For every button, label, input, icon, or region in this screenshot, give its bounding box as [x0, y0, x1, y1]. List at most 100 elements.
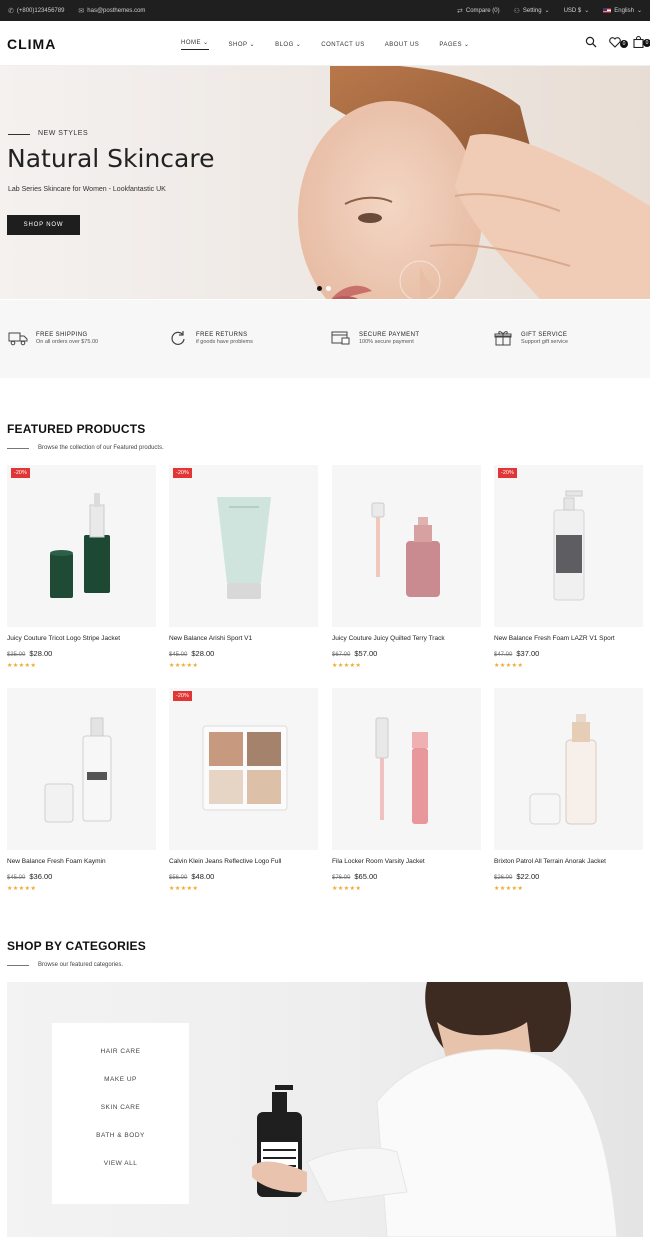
slider-dot-2[interactable] — [326, 286, 331, 291]
product-card[interactable]: -20% Juicy Couture Tricot Logo Stripe Ja… — [7, 465, 156, 669]
product-name[interactable]: New Balance Arishi Sport V1 — [169, 635, 318, 642]
chevron-down-icon: ⌄ — [584, 8, 590, 14]
product-name[interactable]: Calvin Klein Jeans Reflective Logo Full — [169, 858, 318, 865]
old-price: $56.00 — [169, 875, 188, 881]
lip-gloss-image — [375, 717, 428, 824]
features-bar: FREE SHIPPING On all orders over $75.00 … — [0, 300, 650, 378]
product-image[interactable] — [494, 688, 643, 850]
currency-dropdown[interactable]: USD $ ⌄ — [563, 7, 590, 15]
cart-button[interactable]: 0 — [633, 36, 650, 51]
chevron-down-icon: ⌄ — [295, 42, 302, 48]
price: $22.00 — [516, 872, 540, 881]
nav-contact[interactable]: CONTACT US — [321, 39, 364, 50]
nav-blog[interactable]: BLOG ⌄ — [275, 39, 301, 50]
product-card[interactable]: -20% New Balance Arishi Sport V1 $45.00 $… — [169, 465, 318, 669]
slider-dot-1[interactable] — [317, 286, 322, 291]
product-image[interactable]: -20% — [494, 465, 643, 627]
currency-label: USD $ — [563, 7, 582, 14]
price: $37.00 — [516, 649, 540, 658]
rating-stars: ★★★★★ — [169, 663, 199, 669]
cart-count-badge: 0 — [643, 39, 650, 47]
nav-home[interactable]: HOME ⌄ — [181, 39, 209, 50]
white-bottle-image — [44, 717, 112, 823]
categories-subtitle: Browse our featured categories. — [38, 962, 124, 968]
hero-model-image — [298, 66, 650, 299]
top-bar: ✆ (+800)123456789 ✉ has@posthemes.com ⇄ … — [0, 0, 650, 21]
truck-icon — [8, 332, 28, 346]
mail-icon: ✉ — [78, 7, 85, 15]
product-card[interactable]: Juicy Couture Juicy Quilted Terry Track … — [332, 465, 481, 669]
featured-title: FEATURED PRODUCTS — [7, 422, 146, 436]
email-text[interactable]: has@posthemes.com — [87, 8, 145, 14]
categories-banner: HAIR CARE MAKE UP SKIN CARE BATH & BODY … — [7, 982, 643, 1237]
shop-now-button[interactable]: SHOP NOW — [7, 215, 80, 235]
category-bath-body[interactable]: BATH & BODY — [96, 1132, 145, 1139]
category-make-up[interactable]: MAKE UP — [104, 1076, 137, 1083]
category-hair-care[interactable]: HAIR CARE — [101, 1048, 141, 1055]
price: $28.00 — [29, 649, 53, 658]
product-image[interactable] — [332, 465, 481, 627]
product-card[interactable]: Fila Locker Room Varsity Jacket $76.00 $6… — [332, 688, 481, 892]
price: $65.00 — [354, 872, 378, 881]
product-image[interactable] — [332, 688, 481, 850]
email-info[interactable]: ✉ has@posthemes.com — [78, 7, 145, 15]
pump-bottle-image — [553, 490, 585, 601]
nav-about[interactable]: ABOUT US — [385, 39, 420, 50]
product-image[interactable]: -20% — [169, 688, 318, 850]
product-name[interactable]: New Balance Fresh Foam Kaymin — [7, 858, 156, 865]
rating-stars: ★★★★★ — [332, 886, 362, 892]
old-price: $45.00 — [169, 652, 188, 658]
rating-stars: ★★★★★ — [494, 886, 524, 892]
old-price: $67.00 — [332, 652, 351, 658]
main-header: CLIMA HOME ⌄ SHOP ⌄ BLOG ⌄ CONTACT US ABOUT… — [0, 21, 650, 66]
price: $36.00 — [29, 872, 53, 881]
feature-subtitle: Support gift service — [521, 338, 569, 345]
sale-badge: -20% — [173, 691, 192, 701]
gift-icon — [494, 331, 512, 346]
flag-icon — [603, 8, 612, 13]
category-skin-care[interactable]: SKIN CARE — [101, 1104, 141, 1111]
palette-image — [202, 725, 288, 811]
category-view-all[interactable]: VIEW ALL — [104, 1160, 138, 1167]
product-name[interactable]: Juicy Couture Juicy Quilted Terry Track — [332, 635, 481, 642]
wishlist-button[interactable]: 0 — [609, 36, 628, 51]
chevron-down-icon: ⌄ — [544, 8, 550, 14]
rating-stars: ★★★★★ — [7, 886, 37, 892]
product-card[interactable]: -20% New Balance Fresh Foam LAZR V1 Spor… — [494, 465, 643, 669]
serum-bottle-image — [50, 493, 110, 598]
product-name[interactable]: Juicy Couture Tricot Logo Stripe Jacket — [7, 635, 156, 642]
compare-label: Compare (0) — [465, 7, 500, 14]
language-dropdown[interactable]: English ⌄ — [603, 7, 642, 14]
chevron-down-icon: ⌄ — [203, 40, 209, 46]
product-card[interactable]: -20% Calvin Klein Jeans Reflective Logo … — [169, 688, 318, 892]
logo[interactable]: CLIMA — [7, 36, 56, 52]
setting-dropdown[interactable]: ⚇ Setting ⌄ — [514, 7, 550, 15]
product-name[interactable]: Brixton Patrol All Terrain Anorak Jacket — [494, 858, 643, 865]
product-name[interactable]: Fila Locker Room Varsity Jacket — [332, 858, 481, 865]
compare-icon: ⇄ — [457, 7, 463, 15]
product-image[interactable] — [7, 688, 156, 850]
rating-stars: ★★★★★ — [7, 663, 37, 669]
nav-shop[interactable]: SHOP ⌄ — [229, 39, 256, 50]
product-card[interactable]: Brixton Patrol All Terrain Anorak Jacket… — [494, 688, 643, 892]
feature-returns: FREE RETURNS if goods have problems — [168, 330, 253, 346]
price: $28.00 — [191, 649, 215, 658]
categories-title: SHOP BY CATEGORIES — [7, 939, 146, 953]
product-image[interactable]: -20% — [7, 465, 156, 627]
compare-link[interactable]: ⇄ Compare (0) — [457, 7, 500, 15]
sale-badge: -20% — [11, 468, 30, 478]
feature-title: FREE SHIPPING — [36, 331, 88, 338]
product-card[interactable]: New Balance Fresh Foam Kaymin $45.00 $36.… — [7, 688, 156, 892]
product-image[interactable]: -20% — [169, 465, 318, 627]
categories-menu: HAIR CARE MAKE UP SKIN CARE BATH & BODY … — [52, 1023, 189, 1204]
search-button[interactable] — [585, 36, 597, 51]
main-nav: HOME ⌄ SHOP ⌄ BLOG ⌄ CONTACT US ABOUT US PA… — [181, 39, 470, 50]
categories-title-line — [7, 965, 29, 966]
language-label: English — [614, 7, 634, 14]
chevron-down-icon: ⌄ — [636, 8, 642, 14]
phone-icon: ✆ — [8, 7, 14, 15]
product-name[interactable]: New Balance Fresh Foam LAZR V1 Sport — [494, 635, 643, 642]
feature-title: FREE RETURNS — [196, 331, 248, 338]
old-price: $45.00 — [7, 875, 26, 881]
nav-pages[interactable]: PAGES ⌄ — [439, 39, 469, 50]
